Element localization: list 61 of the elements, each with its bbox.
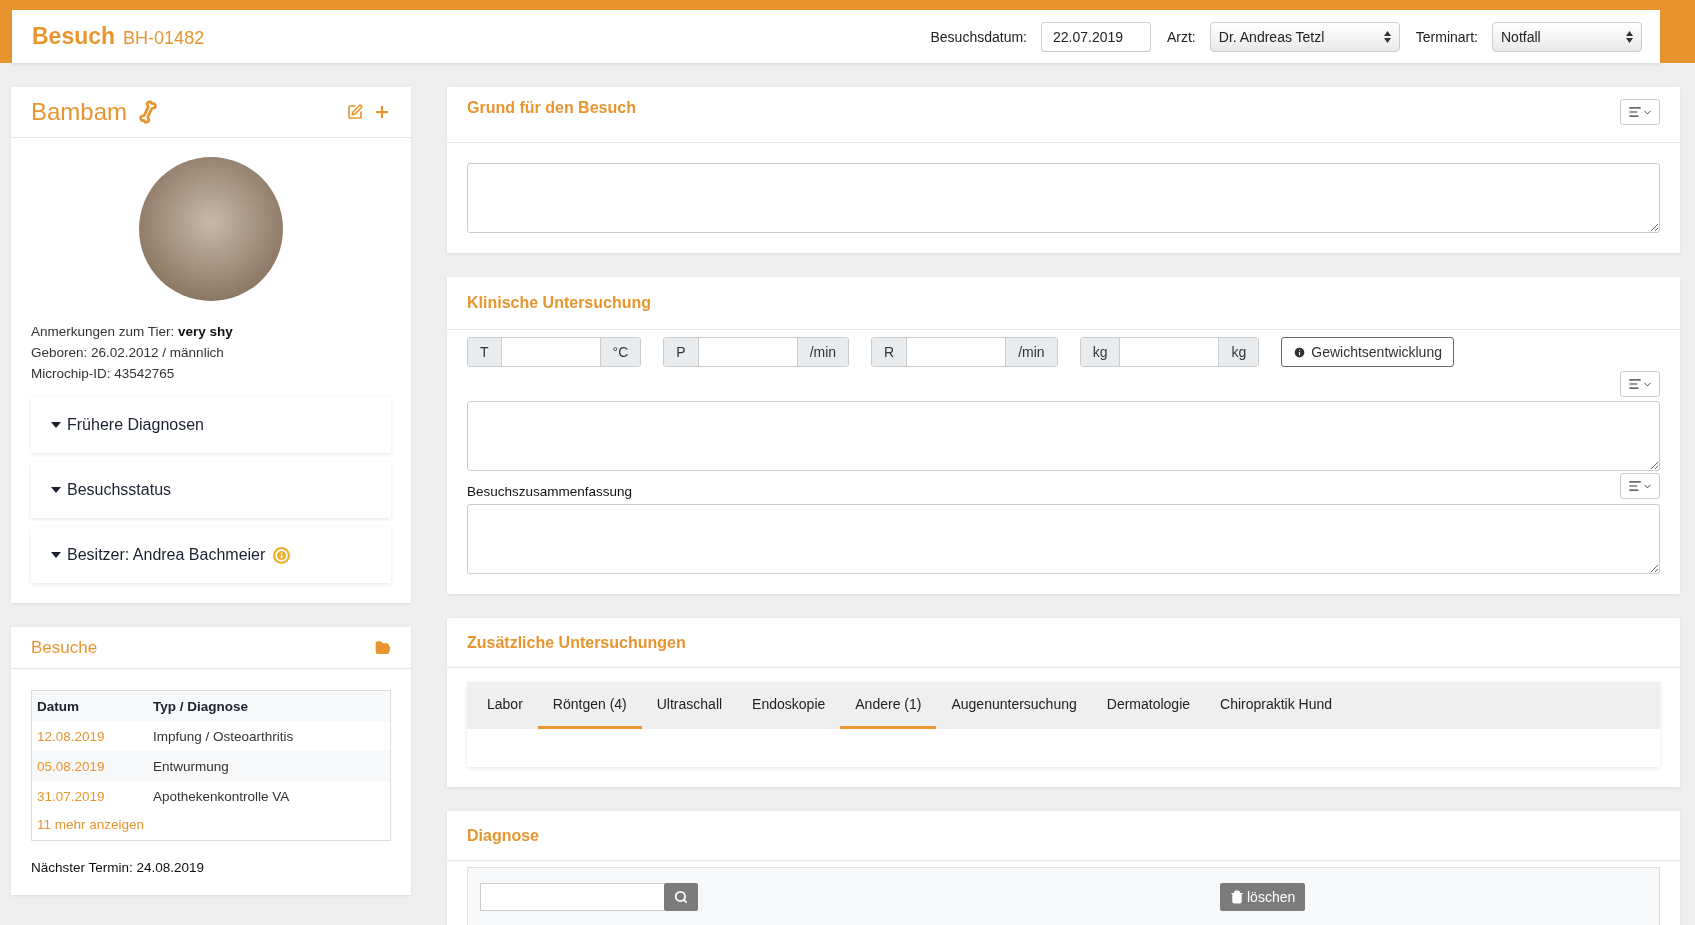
- format-dropdown-button[interactable]: [1620, 99, 1660, 125]
- vital-input-field[interactable]: R /min: [871, 337, 1058, 367]
- add-icon[interactable]: [373, 103, 391, 121]
- format-dropdown-button[interactable]: [1620, 371, 1660, 397]
- format-dropdown-button[interactable]: [1620, 473, 1660, 499]
- exam-textarea[interactable]: [467, 401, 1660, 471]
- search-button[interactable]: [664, 883, 698, 911]
- visit-code: BH-01482: [123, 28, 205, 49]
- column-header: Typ / Diagnose: [153, 698, 249, 714]
- delete-button[interactable]: löschen: [1220, 883, 1306, 911]
- accordion-header[interactable]: Besitzer: Andrea Bachmeier: [31, 527, 391, 583]
- date-field[interactable]: 22.07.2019: [1041, 21, 1151, 52]
- clinical-title: Klinische Untersuchung: [467, 294, 652, 312]
- pet-birth: Geboren: 26.02.2012 / männlich: [31, 344, 225, 362]
- extra-exams-title: Zusätzliche Untersuchungen: [467, 633, 686, 652]
- doctor-select[interactable]: Dr. Andreas Tetzl: [1209, 21, 1400, 52]
- accordion-header[interactable]: Frühere Diagnosen: [31, 397, 391, 453]
- pet-notes: Anmerkungen zum Tier: very shy: [31, 323, 234, 341]
- caret-icon: [51, 422, 61, 428]
- edit-icon[interactable]: [347, 104, 363, 120]
- align-left-icon: [1627, 479, 1642, 493]
- caret-icon: [51, 487, 61, 493]
- exam-tab[interactable]: Labor: [472, 682, 538, 729]
- exam-tab[interactable]: Ultraschall: [641, 682, 738, 729]
- exam-tab[interactable]: Augenuntersuchung: [936, 682, 1092, 729]
- visit-type: Entwurmung: [153, 758, 230, 774]
- vital-input-field[interactable]: kg kg: [1079, 337, 1260, 367]
- page-title: Besuch: [32, 23, 116, 50]
- search-icon: [674, 890, 688, 904]
- pet-microchip: Microchip-ID: 43542765: [31, 365, 176, 383]
- vital-input-field[interactable]: T °C: [467, 337, 642, 367]
- exam-tab[interactable]: Chiropraktik Hund: [1205, 682, 1348, 729]
- trash-icon: [1230, 890, 1244, 904]
- vital-input-field[interactable]: P /min: [663, 337, 850, 367]
- diagnosis-title: Diagnose: [467, 826, 539, 845]
- pet-name: Bambam: [31, 98, 128, 126]
- caret-icon: [51, 552, 61, 558]
- column-header: Datum: [37, 698, 80, 714]
- exam-tab[interactable]: Endoskopie: [737, 682, 841, 729]
- type-label: Terminart:: [1415, 28, 1478, 45]
- reason-title: Grund für den Besuch: [467, 99, 636, 117]
- doctor-label: Arzt:: [1167, 28, 1196, 45]
- weight-history-button[interactable]: Gewichtsentwicklung: [1281, 337, 1454, 367]
- diagnosis-search-field[interactable]: [480, 883, 664, 911]
- align-left-icon: [1627, 105, 1642, 119]
- summary-textarea[interactable]: [467, 504, 1660, 574]
- type-select[interactable]: Notfall: [1492, 21, 1642, 52]
- reason-textarea[interactable]: [467, 163, 1660, 233]
- folder-icon[interactable]: [375, 639, 391, 656]
- accordion-header[interactable]: Besuchsstatus: [31, 462, 391, 518]
- visit-type: Impfung / Osteoarthritis: [153, 728, 295, 744]
- align-left-icon: [1627, 377, 1642, 391]
- visits-title: Besuche: [31, 637, 98, 658]
- summary-label: Besuchszusammenfassung: [467, 484, 633, 499]
- visit-type: Apothekenkontrolle VA: [153, 788, 291, 804]
- info-icon: [1293, 345, 1307, 359]
- updown-icon: [1383, 30, 1391, 43]
- updown-icon: [1626, 30, 1633, 43]
- next-appointment: Nächster Termin: 24.08.2019: [31, 860, 206, 875]
- date-label: Besuchsdatum:: [930, 28, 1027, 45]
- exam-tab[interactable]: Dermatologie: [1091, 682, 1206, 729]
